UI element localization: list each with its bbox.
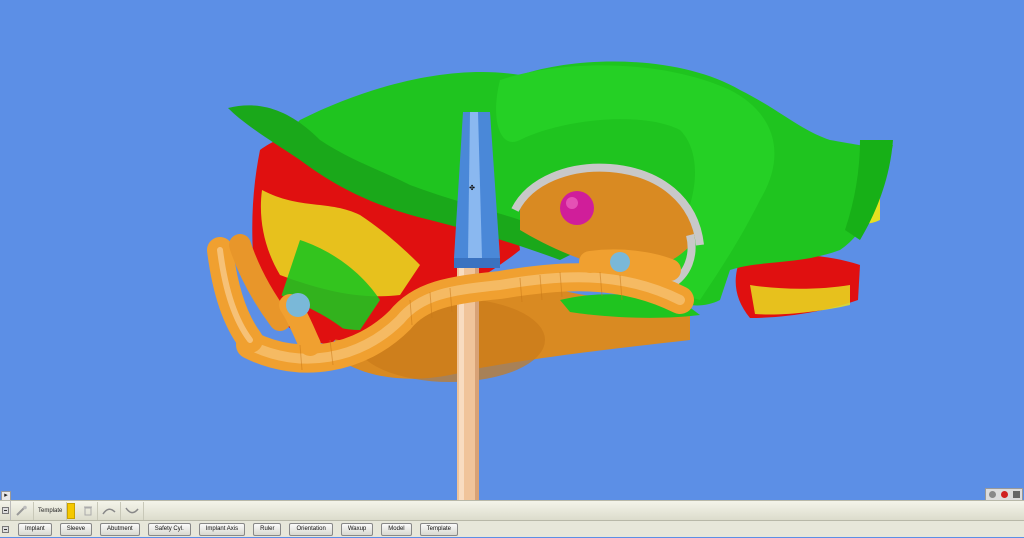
object-tab-bar: Implant Sleeve Abutment Safety Cyl. Impl… [0, 520, 1024, 537]
record-icon[interactable] [988, 491, 996, 498]
toolbar-empty-area [144, 502, 1024, 520]
grid-icon[interactable] [1012, 491, 1020, 498]
viewport-corner-button[interactable]: ▸ [1, 491, 11, 500]
tab-abutment[interactable]: Abutment [100, 522, 140, 536]
toolbar-collapse-icon[interactable] [0, 500, 11, 521]
viewport-status-icons[interactable] [985, 488, 1023, 500]
tool-toolbar: Template [0, 500, 1024, 521]
wand-icon[interactable] [11, 501, 34, 520]
trash-icon[interactable] [79, 501, 99, 520]
tab-template[interactable]: Template [419, 522, 458, 536]
tabbar-collapse-icon[interactable] [0, 521, 10, 538]
tab-implant-axis[interactable]: Implant Axis [198, 522, 246, 536]
template-tool-label: Template [38, 507, 63, 514]
template-tool-button[interactable]: Template [34, 501, 68, 520]
stop-icon[interactable] [1000, 491, 1008, 498]
curve-icon[interactable] [98, 501, 122, 520]
tab-ruler[interactable]: Ruler [253, 522, 282, 536]
tab-safety-cyl[interactable]: Safety Cyl. [147, 522, 191, 536]
curve-alt-icon[interactable] [121, 501, 145, 520]
dental-model-scene[interactable]: ✤ [0, 0, 1024, 500]
svg-text:✤: ✤ [469, 184, 475, 192]
tab-implant[interactable]: Implant [18, 522, 52, 536]
tab-model[interactable]: Model [381, 522, 412, 536]
tab-waxup[interactable]: Waxup [340, 522, 374, 536]
template-color-swatch[interactable] [67, 502, 76, 519]
tab-sleeve[interactable]: Sleeve [59, 522, 93, 536]
tab-orientation[interactable]: Orientation [289, 522, 333, 536]
3d-viewport[interactable]: ✤ ▸ [0, 0, 1024, 500]
